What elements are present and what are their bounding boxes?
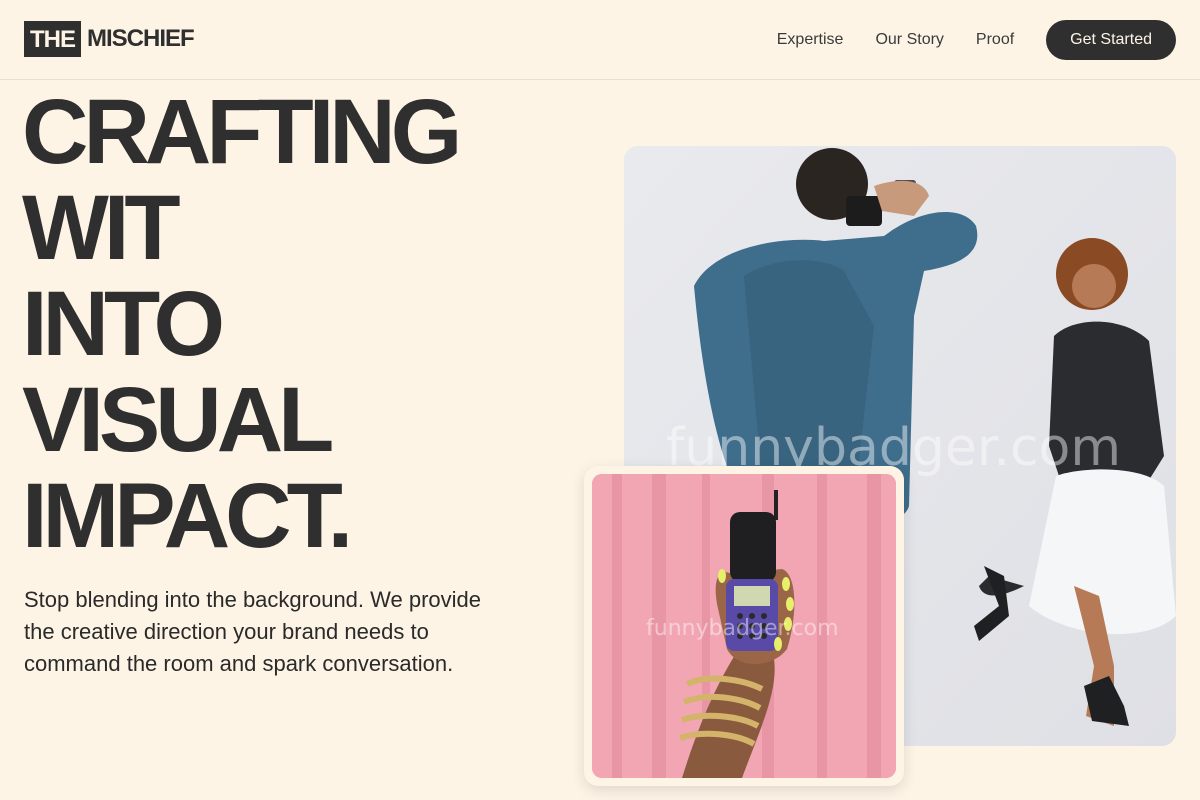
main-nav: Expertise Our Story Proof Get Started — [777, 20, 1176, 60]
headline-line: VISUAL — [22, 369, 334, 471]
get-started-button[interactable]: Get Started — [1046, 20, 1176, 60]
headline-line: INTO — [22, 273, 225, 375]
logo-box: THE — [24, 21, 81, 57]
headline-line: CRAFTING — [22, 81, 462, 183]
secondary-photo-frame: funnybadger.com — [584, 466, 904, 786]
small-photo-watermark: funnybadger.com — [646, 616, 839, 641]
nav-link-our-story[interactable]: Our Story — [875, 20, 943, 60]
nav-link-expertise[interactable]: Expertise — [777, 20, 844, 60]
page: THE MISCHIEF Expertise Our Story Proof G… — [0, 0, 1200, 800]
logo-text: MISCHIEF — [87, 25, 195, 52]
nav-link-proof[interactable]: Proof — [976, 20, 1014, 60]
logo[interactable]: THE MISCHIEF — [24, 21, 195, 57]
hero-headline: CRAFTING WIT INTO VISUAL IMPACT. — [22, 81, 462, 567]
phone-hand-photo: funnybadger.com — [592, 474, 896, 778]
site-header: THE MISCHIEF Expertise Our Story Proof G… — [0, 0, 1200, 80]
hero-subtext: Stop blending into the background. We pr… — [24, 587, 482, 676]
headline-line: WIT — [22, 177, 181, 279]
headline-line: IMPACT. — [22, 465, 353, 567]
